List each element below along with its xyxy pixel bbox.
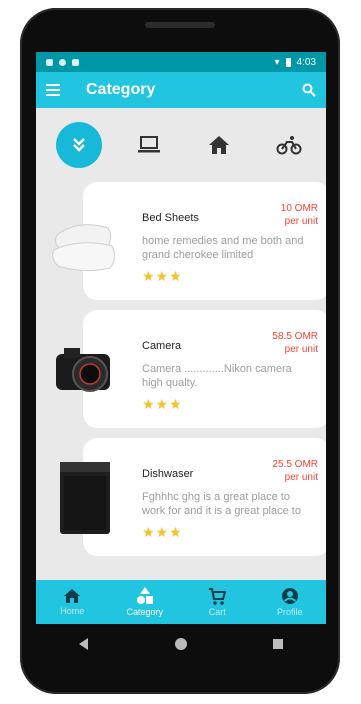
category-expand-button[interactable] [56, 122, 102, 168]
product-description: Fghhhc ghg is a great place to work for … [142, 491, 301, 517]
nav-profile-label: Profile [276, 607, 303, 617]
phone-speaker [145, 22, 215, 28]
price-unit: per unit [284, 472, 318, 483]
product-name: Camera [142, 340, 182, 352]
home-icon [209, 136, 229, 154]
page-title: Category [86, 81, 156, 98]
search-icon[interactable] [302, 83, 316, 97]
battery-icon [285, 57, 291, 67]
category-filter-row [36, 108, 326, 182]
cart-icon [209, 588, 227, 605]
product-description: home remedies and me both and grand cher… [142, 235, 304, 261]
price-value: 10 OMR [280, 203, 318, 214]
nav-cart-label: Cart [208, 607, 226, 617]
nav-home-label: Home [60, 606, 85, 616]
dishwasher-image [50, 460, 120, 536]
back-icon[interactable] [77, 637, 91, 651]
nav-home[interactable]: Home [36, 580, 109, 624]
product-price: 25.5 OMR per unit [272, 458, 318, 484]
status-bar: ▾ 4:03 [36, 52, 326, 72]
nav-category-label: Category [126, 607, 164, 617]
bottom-navigation: Home Category Cart Profile [36, 580, 326, 624]
product-card[interactable]: Dishwaser 25.5 OMR per unit Fghhhc ghg i… [36, 438, 326, 556]
wifi-icon: ▾ [274, 56, 280, 68]
double-chevron-down-icon [73, 138, 85, 152]
settings-status-icon [46, 58, 53, 66]
nav-category[interactable]: Category [109, 580, 182, 624]
menu-icon[interactable] [46, 83, 64, 97]
star-rating: ★★★ [142, 524, 183, 540]
sdcard-status-icon [72, 58, 79, 66]
product-price: 58.5 OMR per unit [272, 330, 318, 356]
product-name: Bed Sheets [142, 212, 199, 224]
camera-image [50, 332, 120, 408]
home-circle-icon[interactable] [174, 637, 188, 651]
product-name: Dishwaser [142, 468, 194, 480]
star-rating: ★★★ [142, 396, 183, 412]
product-list: Bed Sheets 10 OMR per unit home remedies… [36, 182, 326, 556]
nav-cart[interactable]: Cart [181, 580, 254, 624]
product-description: Camera .............Nikon camera high qu… [142, 363, 292, 389]
status-time: 4:03 [296, 56, 316, 68]
bed-sheets-image [50, 204, 120, 280]
app-screen: ▾ 4:03 Category Bed Sheets 10 OMR per un… [36, 52, 326, 624]
price-value: 58.5 OMR [272, 331, 318, 342]
price-value: 25.5 OMR [272, 459, 318, 470]
category-laptop-button[interactable] [126, 122, 172, 168]
home-nav-icon [64, 589, 81, 603]
nav-profile[interactable]: Profile [254, 580, 327, 624]
category-home-button[interactable] [196, 122, 242, 168]
category-nav-icon [136, 587, 153, 604]
product-card[interactable]: Camera 58.5 OMR per unit Camera ........… [36, 310, 326, 428]
price-unit: per unit [284, 216, 318, 227]
product-card[interactable]: Bed Sheets 10 OMR per unit home remedies… [36, 182, 326, 300]
category-bicycle-button[interactable] [266, 122, 312, 168]
app-bar: Category [36, 72, 326, 108]
phone-frame: ▾ 4:03 Category Bed Sheets 10 OMR per un… [20, 8, 340, 694]
star-rating: ★★★ [142, 268, 183, 284]
system-navigation-bar [36, 624, 326, 664]
bicycle-icon [276, 136, 302, 155]
profile-icon [281, 588, 298, 604]
recent-apps-icon[interactable] [271, 637, 285, 651]
circle-status-icon [59, 58, 66, 66]
laptop-icon [138, 136, 160, 153]
price-unit: per unit [284, 344, 318, 355]
product-price: 10 OMR per unit [281, 202, 318, 228]
